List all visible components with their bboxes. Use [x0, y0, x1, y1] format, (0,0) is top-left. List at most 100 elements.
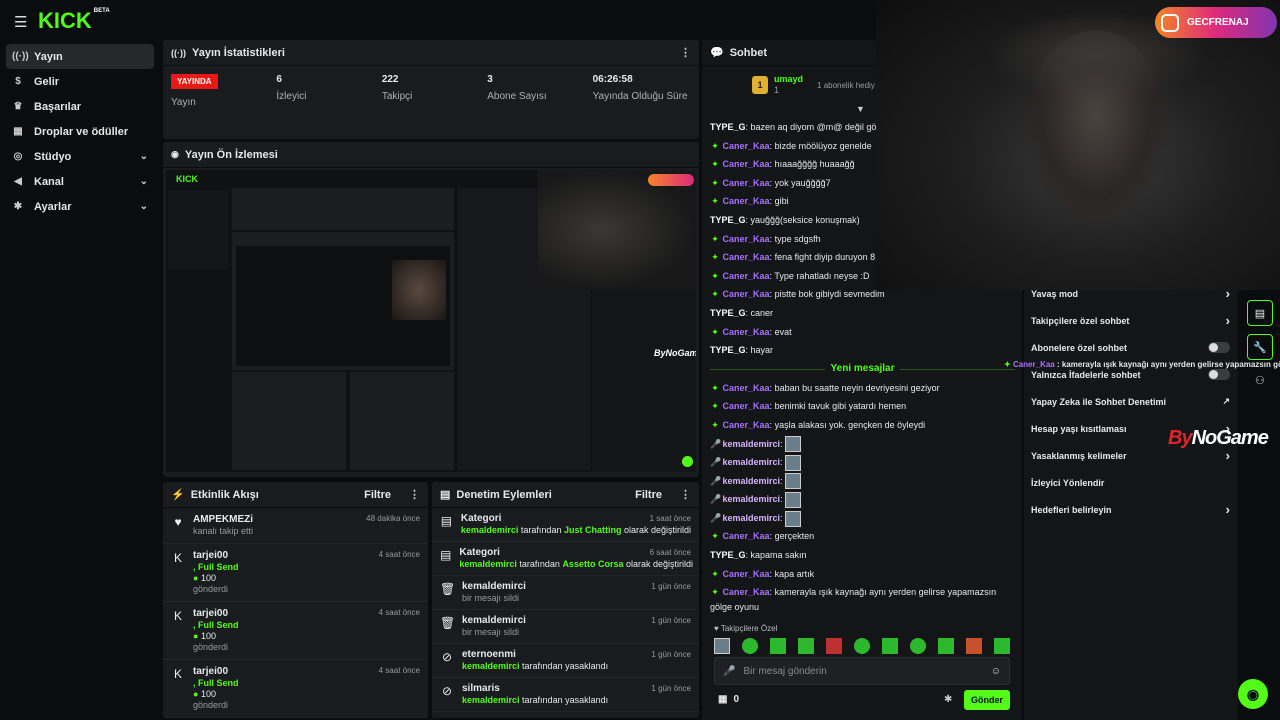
- chat-username[interactable]: Caner_Kaa: [723, 141, 770, 151]
- emote-icon[interactable]: [882, 638, 898, 654]
- more-icon[interactable]: ⋮: [409, 488, 420, 501]
- chat-setting-item[interactable]: İzleyici Yönlendir: [1024, 469, 1238, 496]
- chat-message: ✦ Caner_Kaa: benimki tavuk gibi yatardı …: [710, 397, 1015, 416]
- activity-time: 4 saat önce: [378, 608, 420, 617]
- more-icon[interactable]: ⋮: [680, 46, 691, 59]
- chat-setting-item[interactable]: Abonelere özel sohbet: [1024, 334, 1238, 361]
- activity-gift: , Full Send: [193, 562, 239, 572]
- chat-username[interactable]: TYPE_G: [710, 308, 746, 318]
- chat-username[interactable]: Caner_Kaa: [723, 178, 770, 188]
- sidebar-item-1[interactable]: $ Gelir: [6, 69, 154, 94]
- chat-username[interactable]: kemaldemirci: [723, 457, 781, 467]
- chat-username[interactable]: Caner_Kaa: [723, 401, 770, 411]
- moderation-time: 1 gün önce: [651, 650, 691, 659]
- moderator-name[interactable]: kemaldemirci: [462, 661, 520, 671]
- users-icon[interactable]: ⚇: [1255, 374, 1265, 387]
- chat-username[interactable]: Caner_Kaa: [723, 159, 770, 169]
- chat-username[interactable]: TYPE_G: [710, 122, 746, 132]
- sidebar-item-label: Yayın: [34, 50, 63, 63]
- stat-value: 3: [487, 74, 493, 85]
- chat-username[interactable]: Caner_Kaa: [723, 327, 770, 337]
- more-icon[interactable]: ⋮: [680, 488, 691, 501]
- filter-button[interactable]: Filtre: [364, 489, 391, 501]
- filter-button[interactable]: Filtre: [635, 489, 662, 501]
- moderation-time: 1 gün önce: [651, 616, 691, 625]
- sidebar-item-6[interactable]: ✱ Ayarlar ⌄: [6, 194, 154, 219]
- overlay-chat-message: ✦ Caner_Kaa : kamerayla ışık kaynağı ayn…: [1004, 360, 1280, 369]
- chat-username[interactable]: Caner_Kaa: [723, 271, 770, 281]
- sidebar-item-3[interactable]: ▦ Droplar ve ödüller: [6, 119, 154, 144]
- sidebar-item-2[interactable]: ♛ Başarılar: [6, 94, 154, 119]
- emoji-icon[interactable]: ☺: [991, 666, 1001, 677]
- emote-icon[interactable]: [742, 638, 758, 654]
- sub-badge-icon: ✦: [711, 140, 719, 151]
- sidebar-item-4[interactable]: ◎ Stüdyo ⌄: [6, 144, 154, 169]
- pinned-gift[interactable]: 1 umayd 1 1 abonelik hediy: [752, 74, 875, 96]
- card-icon[interactable]: ▤: [1247, 300, 1273, 326]
- chat-input[interactable]: 🎤 Bir mesaj gönderin ☺: [714, 657, 1010, 685]
- emote-icon[interactable]: [910, 638, 926, 654]
- chat-username[interactable]: kemaldemirci: [723, 513, 781, 523]
- chat-setting-item[interactable]: Yapay Zeka ile Sohbet Denetimi ↗: [1024, 388, 1238, 415]
- stat-live-label: Yayın: [171, 97, 196, 108]
- emote-icon[interactable]: [770, 638, 786, 654]
- send-button[interactable]: Gönder: [964, 690, 1010, 710]
- emote-icon[interactable]: [966, 638, 982, 654]
- chat-username[interactable]: Caner_Kaa: [723, 252, 770, 262]
- support-chat-icon[interactable]: ◉: [1238, 679, 1268, 709]
- toggle-switch[interactable]: [1208, 369, 1230, 380]
- sub-badge-icon: ✦: [711, 401, 719, 412]
- moderator-name[interactable]: kemaldemirci: [461, 525, 519, 535]
- stream-preview-video[interactable]: KICK ByNoGame: [166, 170, 696, 472]
- chat-setting-item[interactable]: Takipçilere özel sohbet ›: [1024, 307, 1238, 334]
- chat-username[interactable]: Caner_Kaa: [723, 420, 770, 430]
- chat-username[interactable]: TYPE_G: [710, 345, 746, 355]
- chat-message-text: caner: [750, 307, 774, 318]
- chat-username[interactable]: Caner_Kaa: [723, 531, 770, 541]
- chat-setting-item[interactable]: Hedefleri belirleyin ›: [1024, 496, 1238, 523]
- broadcast-icon: ((·)): [12, 51, 29, 62]
- chat-username[interactable]: Caner_Kaa: [723, 234, 770, 244]
- chat-username[interactable]: TYPE_G: [710, 550, 746, 560]
- chat-username[interactable]: kemaldemirci: [723, 439, 781, 449]
- sub-badge-icon: ✦: [711, 568, 719, 579]
- sidebar-item-label: Droplar ve ödüller: [34, 125, 129, 138]
- moderator-name[interactable]: kemaldemirci: [462, 695, 520, 705]
- stat-uptime: 06:26:58 Yayında Olduğu Süre: [585, 66, 699, 138]
- chat-username[interactable]: kemaldemirci: [723, 476, 781, 486]
- preview-mini-logo: KICK: [176, 174, 198, 184]
- chevron-right-icon: ›: [1225, 313, 1230, 328]
- chat-username[interactable]: Caner_Kaa: [723, 587, 770, 597]
- emote-icon[interactable]: [938, 638, 954, 654]
- category-icon: ▤: [440, 514, 453, 528]
- chat-username[interactable]: Caner_Kaa: [723, 383, 770, 393]
- moderation-time: 1 gün önce: [651, 684, 691, 693]
- emote-icon[interactable]: [854, 638, 870, 654]
- chat-username[interactable]: Caner_Kaa: [723, 289, 770, 299]
- sidebar-item-label: Başarılar: [34, 100, 82, 113]
- chat-username[interactable]: Caner_Kaa: [723, 196, 770, 206]
- emote-icon[interactable]: [826, 638, 842, 654]
- kick-logo[interactable]: KICK BETA: [38, 8, 110, 34]
- chevron-down-icon: ⌄: [139, 201, 148, 212]
- points-display[interactable]: ▦ 0: [718, 694, 739, 705]
- sidebar-item-5[interactable]: ◀ Kanal ⌄: [6, 169, 154, 194]
- emote-icon[interactable]: [798, 638, 814, 654]
- mic-badge-icon: 🎤: [710, 512, 722, 523]
- kick-icon: K: [173, 667, 182, 681]
- chat-message: ✦ Caner_Kaa: kamerayla ışık kaynağı aynı…: [710, 583, 1015, 602]
- wrench-icon[interactable]: 🔧: [1247, 334, 1273, 360]
- emote-bar: [714, 638, 1010, 654]
- emote-icon[interactable]: [714, 638, 730, 654]
- chat-username[interactable]: kemaldemirci: [723, 494, 781, 504]
- emote-icon[interactable]: [994, 638, 1010, 654]
- menu-icon[interactable]: ☰: [14, 13, 27, 31]
- toggle-switch[interactable]: [1208, 342, 1230, 353]
- scroll-down-icon[interactable]: ▼: [856, 104, 865, 114]
- mic-badge-icon: 🎤: [710, 475, 722, 486]
- chat-username[interactable]: Caner_Kaa: [723, 569, 770, 579]
- sidebar-item-0[interactable]: ((·)) Yayın: [6, 44, 154, 69]
- chat-settings-icon[interactable]: ✱: [944, 694, 952, 705]
- moderator-name[interactable]: kemaldemirci: [459, 559, 517, 569]
- chat-username[interactable]: TYPE_G: [710, 215, 746, 225]
